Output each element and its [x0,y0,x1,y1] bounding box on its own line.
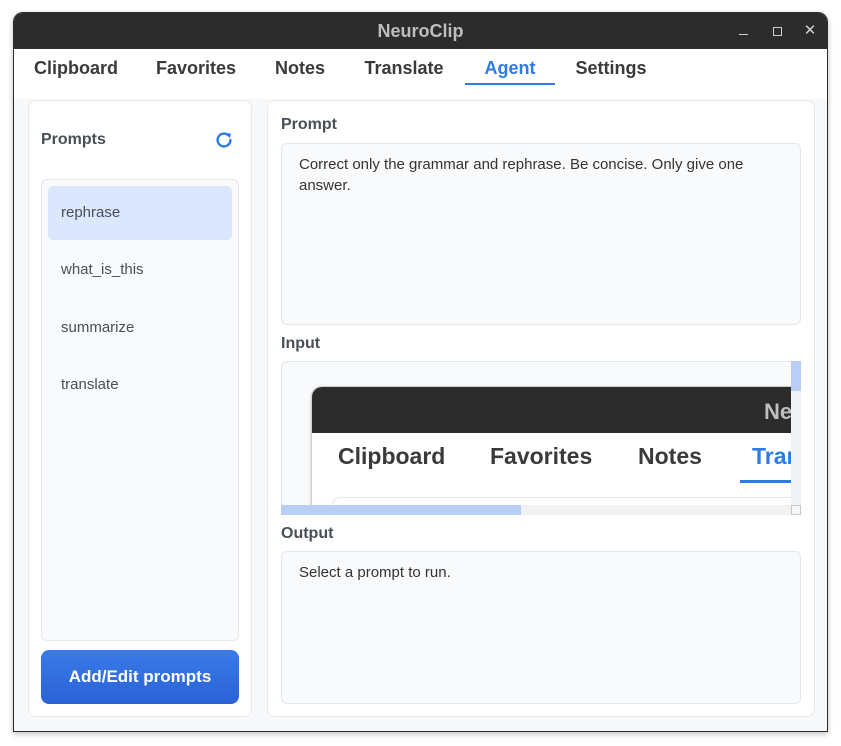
scrollbar-thumb[interactable] [281,505,521,515]
prompts-heading: Prompts [41,131,106,148]
scrollbar-thumb[interactable] [791,361,801,391]
maximize-icon [772,27,782,37]
prompt-item-summarize[interactable]: summarize [48,301,232,355]
minimize-button[interactable] [728,13,758,49]
input-vertical-scrollbar[interactable] [791,361,801,515]
tab-bar: Clipboard Favorites Notes Translate Agen… [14,49,827,99]
input-image-area[interactable]: Ne Clipboard Favorites Notes Tran [281,361,801,515]
input-screenshot-image: Ne Clipboard Favorites Notes Tran [312,387,800,514]
input-label: Input [281,335,321,352]
window-title: NeuroClip [377,21,464,41]
output-label: Output [281,525,334,542]
prompt-textarea[interactable]: Correct only the grammar and rephrase. B… [281,143,801,325]
add-edit-prompts-button[interactable]: Add/Edit prompts [41,650,239,704]
app-window: NeuroClip ✕ Clipboard Favorites Notes Tr… [13,12,828,732]
input-horizontal-scrollbar[interactable] [281,505,791,515]
thumb-title-bar: Ne [312,387,800,433]
thumb-tab: Notes [638,443,702,469]
scroll-corner [791,505,801,515]
close-button[interactable]: ✕ [795,13,825,49]
minimize-icon [738,33,748,36]
prompt-label: Prompt [281,116,337,133]
maximize-button[interactable] [762,13,792,49]
output-textarea[interactable]: Select a prompt to run. [281,551,801,704]
prompt-list: rephrase what_is_this summarize translat… [41,179,239,641]
title-bar[interactable]: NeuroClip ✕ [14,13,827,49]
prompt-item-rephrase[interactable]: rephrase [48,186,232,240]
refresh-icon[interactable] [213,129,235,151]
tab-translate[interactable]: Translate [364,49,444,99]
thumb-tab: Favorites [490,443,593,469]
tab-notes[interactable]: Notes [274,49,326,99]
prompt-item-what-is-this[interactable]: what_is_this [48,243,232,297]
thumb-tab: Clipboard [338,443,446,469]
prompt-item-translate[interactable]: translate [48,358,232,412]
tab-clipboard[interactable]: Clipboard [34,49,118,99]
close-icon: ✕ [803,22,817,39]
agent-panel: Prompt Correct only the grammar and reph… [267,100,815,717]
tab-favorites[interactable]: Favorites [156,49,236,99]
tab-agent[interactable]: Agent [465,49,555,99]
prompts-sidebar: Prompts rephrase what_is_this summarize … [28,100,252,717]
tab-settings[interactable]: Settings [575,49,647,99]
thumb-window-title: Ne [764,399,793,424]
